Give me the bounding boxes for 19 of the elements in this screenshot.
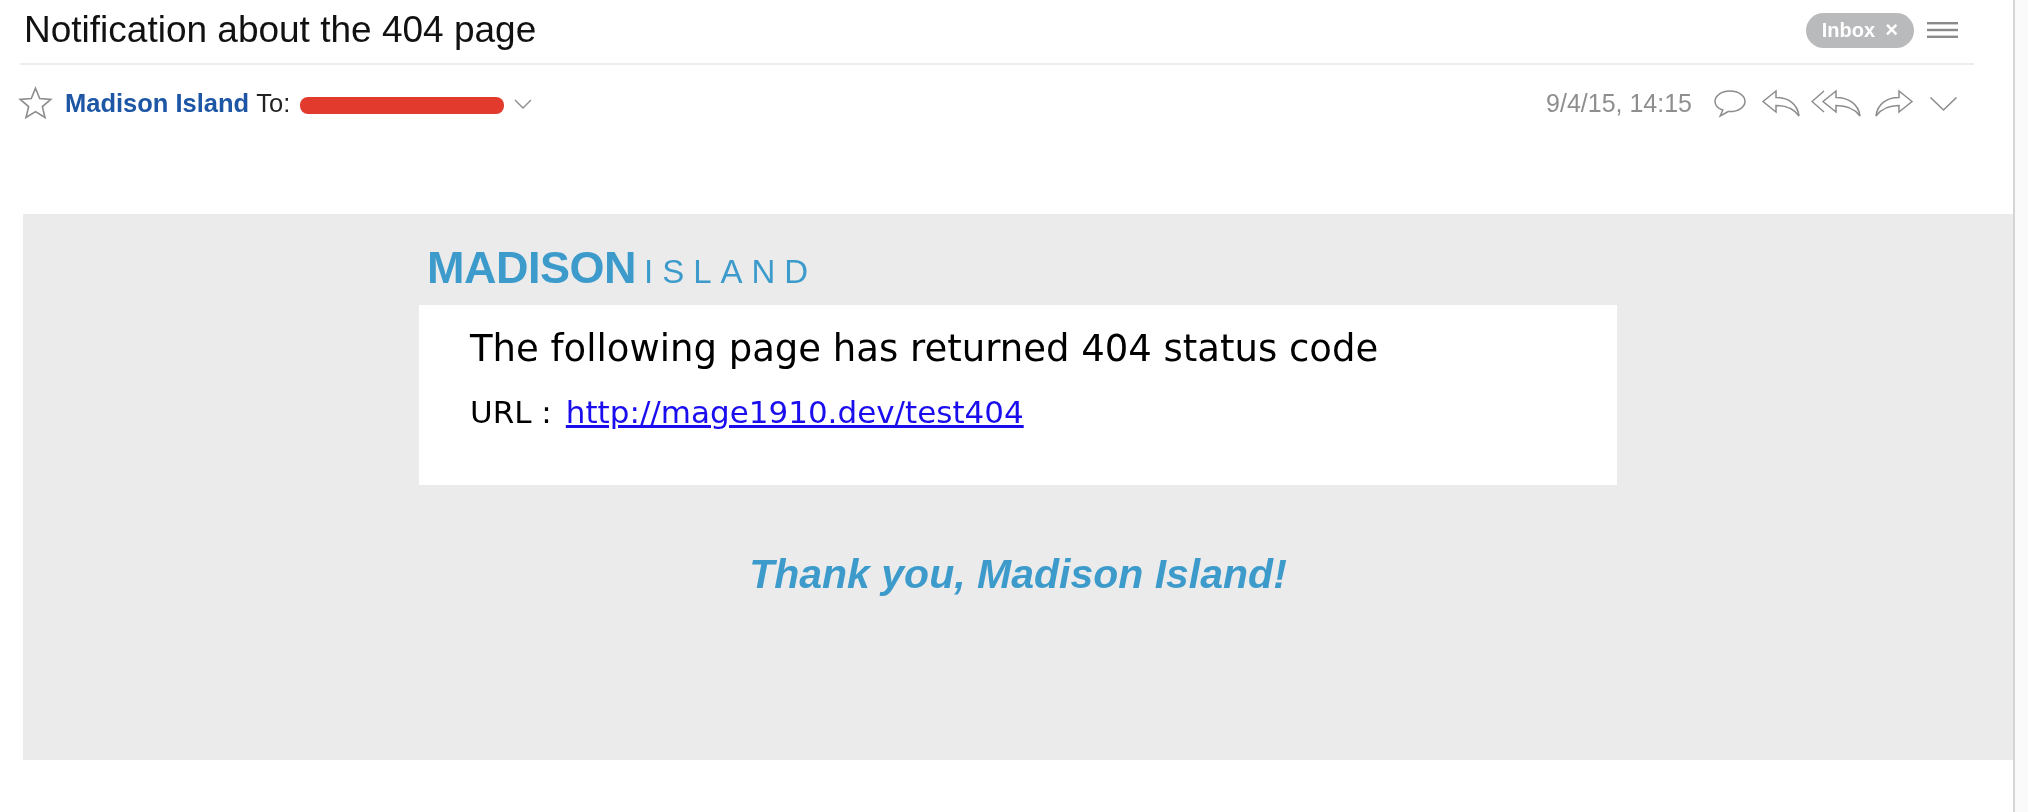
email-subject: Notification about the 404 page (24, 8, 537, 51)
comment-icon[interactable] (1713, 89, 1747, 118)
tag-label: Inbox (1821, 18, 1876, 42)
message-date: 9/4/15, 14:15 (1546, 89, 1692, 118)
logo-subtitle: ISLAND (644, 253, 818, 291)
logo-wordmark: MADISON (427, 242, 636, 294)
reply-all-icon[interactable] (1811, 89, 1862, 118)
url-label: URL : (470, 394, 552, 430)
menu-icon[interactable] (1927, 22, 1958, 38)
star-icon[interactable] (18, 86, 53, 121)
reply-icon[interactable] (1761, 89, 1801, 118)
chevron-down-icon[interactable] (1929, 95, 1958, 112)
notice-heading: The following page has returned 404 status code (470, 327, 1380, 370)
url-link[interactable]: http://mage1910.dev/test404 (565, 394, 1024, 430)
sender-name[interactable]: Madison Island (65, 89, 250, 118)
caret-icon[interactable] (514, 98, 533, 109)
closing-text: Thank you, Madison Island! (748, 551, 1288, 598)
forward-icon[interactable] (1874, 89, 1914, 118)
to-label: To: (256, 89, 291, 118)
